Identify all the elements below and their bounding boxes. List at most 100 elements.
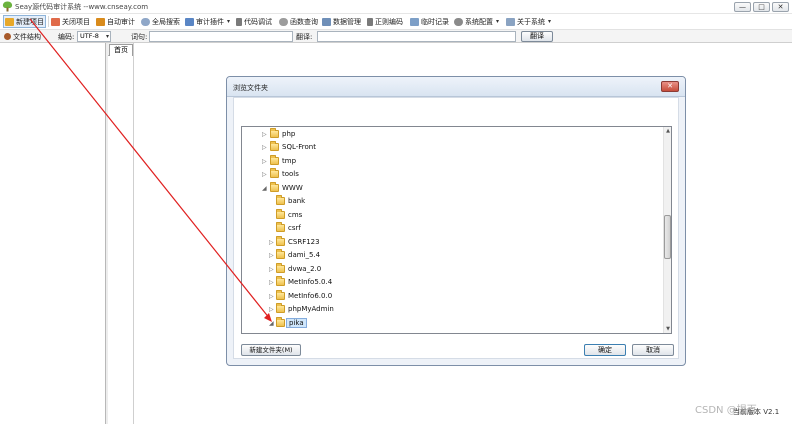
expand-arrow-icon[interactable]: ▷ — [269, 293, 275, 300]
tree-row-dvwa[interactable]: ▷ dvwa_2.0 — [242, 263, 662, 276]
main-toolbar: 新建项目 关闭项目 自动审计 全局搜索 审计插件 ▾ 代码调试 函数查询 数据管… — [0, 14, 792, 29]
expand-arrow-icon[interactable]: ▷ — [269, 279, 275, 286]
restore-button[interactable]: □ — [753, 2, 770, 12]
toolbar-data-manage-button[interactable]: 数据管理 — [321, 15, 362, 28]
tree-row-csrf[interactable]: csrf — [242, 222, 662, 235]
word-label: 词句: — [131, 33, 148, 41]
toolbar-audit-plugin-button[interactable]: 审计插件 ▾ — [184, 15, 231, 28]
toolbar-function-query-button[interactable]: 函数查询 — [278, 15, 319, 28]
tree-item-label: MetInfo6.0.0 — [288, 292, 333, 300]
file-structure-button[interactable]: 文件结构 — [3, 30, 42, 43]
toolbar-close-project-button[interactable]: 关闭项目 — [50, 15, 91, 28]
tree-row-pika[interactable]: ◢ pika — [242, 317, 662, 330]
tree-row-www[interactable]: ◢ WWW — [242, 182, 662, 195]
dialog-close-button[interactable]: ✕ — [661, 81, 679, 92]
regex-icon — [367, 17, 373, 26]
tree-item-label: tools — [282, 170, 299, 178]
tree-row-phpmyadmin[interactable]: ▷ phpMyAdmin — [242, 303, 662, 316]
tree-row-csrf123[interactable]: ▷ CSRF123 — [242, 236, 662, 249]
expand-arrow-icon[interactable]: ▷ — [269, 266, 275, 273]
folder-icon — [270, 141, 279, 151]
toolbar-new-project-button[interactable]: 新建项目 — [3, 15, 46, 28]
toolbar-label: 新建项目 — [16, 17, 44, 26]
secondary-bar: 文件结构 编码: UTF-8 ▾ 词句: 翻译: 翻译 — [0, 29, 792, 43]
toolbar-label: 关闭项目 — [62, 17, 90, 26]
chevron-down-icon: ▾ — [496, 18, 500, 25]
minimize-button[interactable]: — — [734, 2, 751, 12]
folder-icon — [270, 155, 279, 165]
tree-row-sql-front[interactable]: ▷ SQL-Front — [242, 141, 662, 154]
toolbar-system-config-button[interactable]: 系统配置 ▾ — [453, 15, 500, 28]
toolbar-about-button[interactable]: 关于系统 ▾ — [505, 15, 552, 28]
chevron-down-icon: ▾ — [548, 18, 552, 25]
tree-row-tmp[interactable]: ▷ tmp — [242, 155, 662, 168]
toolbar-label: 关于系统 — [517, 17, 545, 26]
expand-arrow-icon[interactable]: ▷ — [269, 239, 275, 246]
word-input[interactable] — [149, 31, 293, 42]
expand-arrow-icon[interactable]: ▷ — [262, 158, 268, 165]
toolbar-global-search-button[interactable]: 全局搜索 — [140, 15, 181, 28]
ok-button[interactable]: 确定 — [584, 344, 626, 356]
tree-row-tools[interactable]: ▷ tools — [242, 168, 662, 181]
scroll-up-arrow-icon[interactable]: ▲ — [664, 127, 672, 135]
toolbar-auto-audit-button[interactable]: 自动审计 — [95, 15, 136, 28]
toolbar-temp-notes-button[interactable]: 临时记录 — [409, 15, 450, 28]
window-close-button[interactable]: ✕ — [772, 2, 789, 12]
expand-arrow-icon[interactable]: ▷ — [269, 306, 275, 313]
tree-row-php[interactable]: ▷ php — [242, 128, 662, 141]
toolbar-label: 审计插件 — [196, 17, 224, 26]
translate-label: 翻译: — [296, 33, 313, 41]
collapse-arrow-icon[interactable]: ◢ — [262, 185, 268, 192]
tree-item-label: dami_5.4 — [288, 251, 321, 259]
tree-item-label: bank — [288, 197, 306, 205]
version-status: 当前版本 V2.1 — [733, 408, 780, 416]
file-structure-label: 文件结构 — [13, 32, 41, 41]
tree-row-cms[interactable]: cms — [242, 209, 662, 222]
tree-item-label: csrf — [288, 224, 301, 232]
dialog-title-bar: 浏览文件夹 ✕ — [227, 77, 685, 97]
tree-row-bank[interactable]: bank — [242, 195, 662, 208]
chevron-down-icon: ▾ — [105, 33, 109, 40]
divider — [133, 43, 134, 424]
new-folder-button[interactable]: 新建文件夹(M) — [241, 344, 301, 356]
expand-arrow-icon[interactable]: ▷ — [262, 171, 268, 178]
collapse-arrow-icon[interactable]: ◢ — [269, 320, 275, 327]
translate-input[interactable] — [317, 31, 516, 42]
folder-tree[interactable]: ▷ php ▷ SQL-Front ▷ tmp ▷ tools ◢ WWW ba… — [241, 126, 672, 334]
tab-home[interactable]: 首页 — [109, 44, 133, 56]
translate-button[interactable]: 翻译 — [521, 31, 553, 42]
expand-arrow-icon[interactable]: ▷ — [262, 131, 268, 138]
dialog-title: 浏览文件夹 — [233, 84, 268, 92]
plugin-icon — [185, 17, 194, 26]
tree-row-dami[interactable]: ▷ dami_5.4 — [242, 249, 662, 262]
panel-splitter[interactable] — [106, 43, 108, 424]
tree-item-label: php — [282, 130, 296, 138]
toolbar-label: 数据管理 — [333, 17, 361, 26]
expand-arrow-icon[interactable]: ▷ — [269, 252, 275, 259]
tree-row-metinfo504[interactable]: ▷ MetInfo5.0.4 — [242, 276, 662, 289]
debug-icon — [236, 17, 242, 26]
toolbar-regex-encode-button[interactable]: 正则编码 — [366, 15, 404, 28]
tree-item-label: dvwa_2.0 — [288, 265, 322, 273]
expand-arrow-icon[interactable]: ▷ — [262, 144, 268, 151]
toolbar-label: 系统配置 — [465, 17, 493, 26]
cancel-button[interactable]: 取消 — [632, 344, 674, 356]
tree-row-metinfo600[interactable]: ▷ MetInfo6.0.0 — [242, 290, 662, 303]
close-x-icon — [51, 17, 60, 26]
title-bar: Seay源代码审计系统 --www.cnseay.com — □ ✕ — [0, 0, 792, 14]
file-tree-panel[interactable] — [0, 43, 106, 424]
tree-scrollbar[interactable]: ▲ ▼ — [663, 127, 671, 333]
encoding-select[interactable]: UTF-8 ▾ — [77, 31, 111, 42]
folder-icon — [276, 317, 285, 327]
scroll-down-arrow-icon[interactable]: ▼ — [664, 325, 672, 333]
folder-icon — [276, 249, 285, 259]
folder-icon — [276, 276, 285, 286]
folder-icon — [276, 209, 285, 219]
scrollbar-thumb[interactable] — [664, 215, 671, 259]
toolbar-code-debug-button[interactable]: 代码调试 — [235, 15, 273, 28]
tree-item-label: phpMyAdmin — [288, 305, 334, 313]
toolbar-label: 代码调试 — [244, 17, 272, 26]
folder-icon — [276, 222, 285, 232]
toolbar-label: 函数查询 — [290, 17, 318, 26]
toolbar-label: 全局搜索 — [152, 17, 180, 26]
